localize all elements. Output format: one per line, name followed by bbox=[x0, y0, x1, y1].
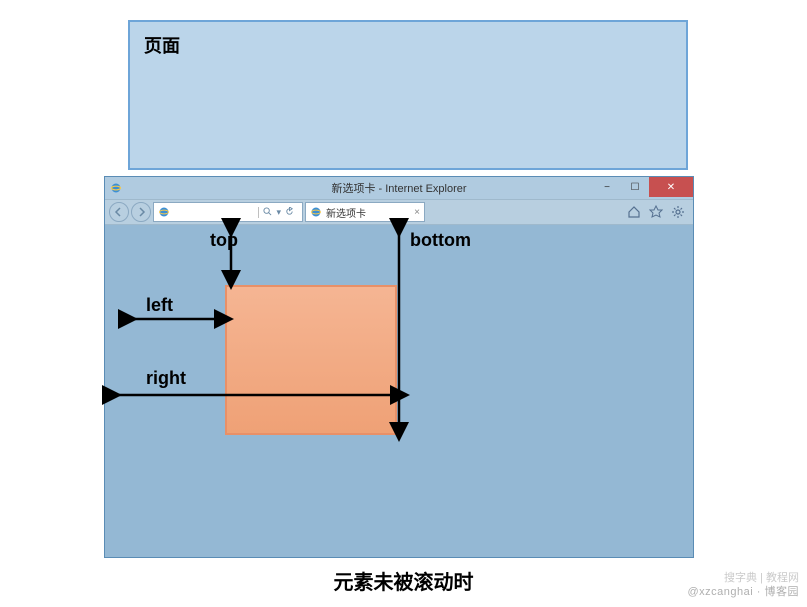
back-button[interactable] bbox=[109, 202, 129, 222]
favorites-icon[interactable] bbox=[649, 205, 663, 219]
label-right: right bbox=[146, 368, 186, 389]
close-button[interactable]: ✕ bbox=[649, 177, 693, 197]
watermark-author: @xzcanghai · 博客园 bbox=[688, 583, 799, 599]
ie-favicon-icon bbox=[158, 206, 170, 218]
arrow-right bbox=[108, 388, 404, 402]
arrow-top bbox=[224, 224, 238, 284]
forward-button[interactable] bbox=[131, 202, 151, 222]
element-box bbox=[225, 285, 397, 435]
ie-logo-icon bbox=[109, 181, 123, 195]
window-title: 新选项卡 - Internet Explorer bbox=[331, 180, 466, 196]
gear-icon[interactable] bbox=[671, 205, 685, 219]
minimize-button[interactable]: − bbox=[593, 177, 621, 197]
label-bottom: bottom bbox=[410, 230, 471, 251]
tab-favicon-icon bbox=[310, 206, 322, 218]
tab-close-icon[interactable]: × bbox=[414, 207, 420, 218]
page-background-box: 页面 bbox=[128, 20, 688, 170]
address-bar[interactable]: ▾ bbox=[153, 202, 303, 222]
address-bar-search[interactable]: ▾ bbox=[258, 207, 298, 218]
browser-tab[interactable]: 新选项卡 × bbox=[305, 202, 425, 222]
caption: 元素未被滚动时 bbox=[0, 566, 807, 595]
window-controls: − ☐ ✕ bbox=[593, 177, 693, 197]
refresh-icon[interactable] bbox=[285, 207, 294, 218]
toolbar: ▾ 新选项卡 × bbox=[105, 199, 693, 225]
toolbar-right bbox=[627, 205, 689, 219]
maximize-button[interactable]: ☐ bbox=[621, 177, 649, 197]
tab-label: 新选项卡 bbox=[326, 205, 366, 220]
home-icon[interactable] bbox=[627, 205, 641, 219]
page-label: 页面 bbox=[144, 32, 672, 58]
arrow-left bbox=[124, 312, 228, 326]
titlebar: 新选项卡 - Internet Explorer − ☐ ✕ bbox=[105, 177, 693, 199]
arrow-bottom bbox=[392, 224, 406, 436]
search-icon bbox=[263, 207, 272, 218]
nav-arrows bbox=[109, 202, 151, 222]
